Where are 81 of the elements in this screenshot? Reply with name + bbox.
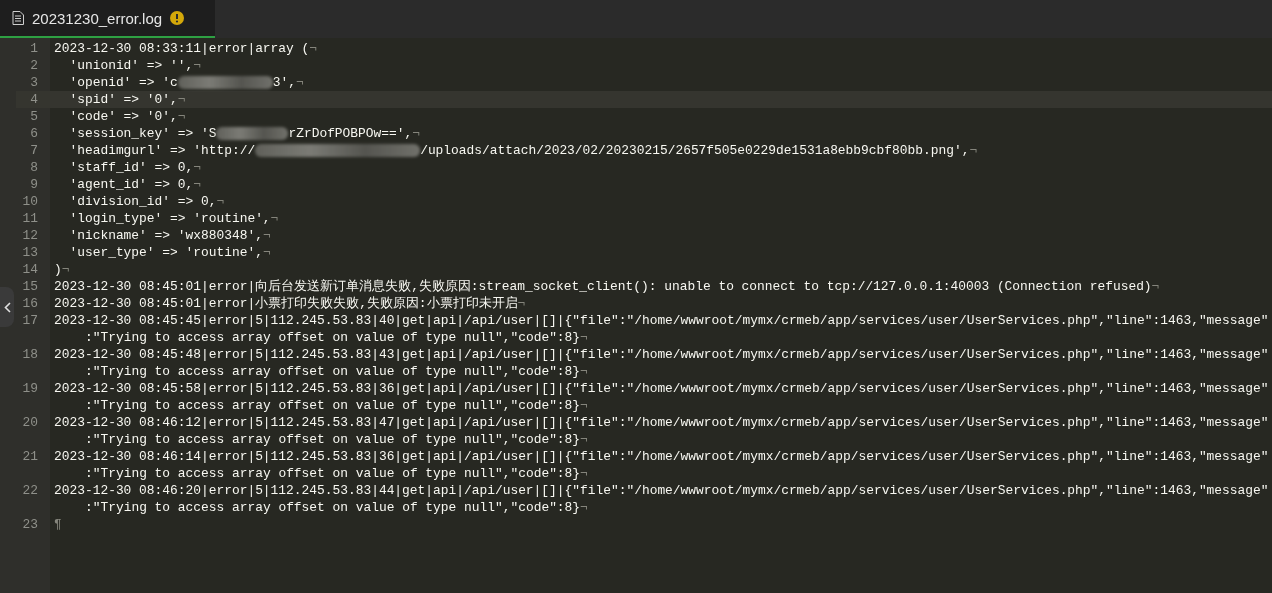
end-of-line-mark: ¶ <box>54 516 62 533</box>
code-text: 'spid' => '0', <box>68 91 178 108</box>
code-text: 'nickname' => 'wx880348', <box>68 227 263 244</box>
code-text: 'division_id' => 0, <box>68 193 217 210</box>
end-of-line-mark: ¬ <box>216 193 225 210</box>
line-number: 5 <box>29 108 39 125</box>
code-text: 'staff_id' => 0, <box>68 159 194 176</box>
line-number: 15 <box>21 278 39 295</box>
collapse-handle[interactable] <box>0 287 14 327</box>
line-number: 3 <box>29 74 39 91</box>
code-text: ) <box>54 261 62 278</box>
line-number: 12 <box>21 227 39 244</box>
end-of-line-mark: ¬ <box>193 159 201 176</box>
end-of-line-mark: ¬ <box>580 499 588 516</box>
code-text: :"Trying to access array offset on value of type null","code":8} <box>84 363 581 380</box>
line-number: 11 <box>21 210 39 227</box>
line-number: 10 <box>21 193 39 210</box>
end-of-line-mark: ¬ <box>262 244 271 261</box>
code-text: 2023-12-30 08:33:11|error|array ( <box>54 40 310 57</box>
end-of-line-mark: ¬ <box>580 397 588 414</box>
end-of-line-mark: ¬ <box>177 91 186 108</box>
end-of-line-mark: ¬ <box>580 431 588 448</box>
line-number: 14 <box>21 261 39 278</box>
code-text: :"Trying to access array offset on value of type null","code":8} <box>84 499 581 516</box>
end-of-line-mark: ¬ <box>412 125 420 142</box>
file-icon <box>12 11 24 25</box>
line-number: 4 <box>16 91 50 108</box>
code-text: rZrDofPOBPOw==', <box>288 125 413 142</box>
code-text: 2023-12-30 08:46:14|error|5|112.245.53.83|36|get|api|/api/user|[]|{"file":"/home/wwwroot/mymx/crmeb/app/services/user/UserServices.php","line":1463,"message" <box>54 448 1269 465</box>
end-of-line-mark: ¬ <box>969 142 978 159</box>
end-of-line-mark: ¬ <box>309 40 318 57</box>
code-text: 2023-12-30 08:45:01|error|小票打印失败失败,失败原因:小票打印未开启 <box>54 295 518 312</box>
line-number: 9 <box>29 176 39 193</box>
code-text: /uploads/attach/2023/02/20230215/2657f505e0229de1531a8ebb9cbf80bb.png', <box>420 142 970 159</box>
line-number: 17 <box>21 312 39 330</box>
end-of-line-mark: ¬ <box>1151 278 1160 295</box>
code-text: 'code' => '0', <box>68 108 178 125</box>
end-of-line-mark: ¬ <box>580 465 588 482</box>
end-of-line-mark: ¬ <box>580 363 588 380</box>
code-text: 2023-12-30 08:45:01|error|向后台发送新订单消息失败,失败原因:stream_socket_client(): unable to connect to tcp://127.0.0.1:40003 (Connection refused) <box>54 278 1152 295</box>
line-number: 13 <box>21 244 39 261</box>
code-text: 'login_type' => 'routine', <box>68 210 271 227</box>
code-text: :"Trying to access array offset on value of type null","code":8} <box>84 329 581 346</box>
code-text: 'user_type' => 'routine', <box>68 244 263 261</box>
code-text: 'openid' => 'c <box>68 74 178 91</box>
end-of-line-mark: ¬ <box>177 108 186 125</box>
line-number: 2 <box>29 57 39 74</box>
line-number: 21 <box>21 448 39 466</box>
end-of-line-mark: ¬ <box>270 210 279 227</box>
end-of-line-mark: ¬ <box>262 227 271 244</box>
chevron-left-icon <box>3 301 11 313</box>
line-number: 8 <box>29 159 39 176</box>
code-text: 'session_key' => 'S <box>68 125 217 142</box>
line-number: 1 <box>29 40 39 57</box>
code-text: 2023-12-30 08:45:48|error|5|112.245.53.83|43|get|api|/api/user|[]|{"file":"/home/wwwroot/mymx/crmeb/app/services/user/UserServices.php","line":1463,"message" <box>54 346 1269 363</box>
code-text: 'agent_id' => 0, <box>68 176 194 193</box>
code-text: 2023-12-30 08:45:58|error|5|112.245.53.83|36|get|api|/api/user|[]|{"file":"/home/wwwroot/mymx/crmeb/app/services/user/UserServices.php","line":1463,"message" <box>54 380 1269 397</box>
line-number: 22 <box>21 482 39 500</box>
code-text: 3', <box>272 74 296 91</box>
code-text: 'headimgurl' => 'http:// <box>68 142 256 159</box>
code-text: 2023-12-30 08:46:12|error|5|112.245.53.83|47|get|api|/api/user|[]|{"file":"/home/wwwroot/mymx/crmeb/app/services/user/UserServices.php","line":1463,"message" <box>54 414 1269 431</box>
line-number: 23 <box>21 516 39 533</box>
line-number: 6 <box>29 125 39 142</box>
code-text: 2023-12-30 08:46:20|error|5|112.245.53.83|44|get|api|/api/user|[]|{"file":"/home/wwwroot/mymx/crmeb/app/services/user/UserServices.php","line":1463,"message" <box>54 482 1269 499</box>
line-number: 7 <box>29 142 39 159</box>
end-of-line-mark: ¬ <box>580 329 588 346</box>
end-of-line-mark: ¬ <box>296 74 304 91</box>
code-text: :"Trying to access array offset on value of type null","code":8} <box>84 397 581 414</box>
end-of-line-mark: ¬ <box>193 176 201 193</box>
file-tab[interactable]: 20231230_error.log <box>0 0 215 38</box>
end-of-line-mark: ¬ <box>517 295 526 312</box>
line-number: 18 <box>21 346 39 364</box>
end-of-line-mark: ¬ <box>193 57 201 74</box>
code-text: :"Trying to access array offset on value of type null","code":8} <box>84 431 581 448</box>
code-text: 'unionid' => '', <box>68 57 194 74</box>
line-number: 19 <box>21 380 39 398</box>
line-number: 16 <box>21 295 39 312</box>
end-of-line-mark: ¬ <box>61 261 70 278</box>
code-text: :"Trying to access array offset on value of type null","code":8} <box>84 465 581 482</box>
code-text: 2023-12-30 08:45:45|error|5|112.245.53.83|40|get|api|/api/user|[]|{"file":"/home/wwwroot/mymx/crmeb/app/services/user/UserServices.php","line":1463,"message" <box>54 312 1269 329</box>
line-number: 20 <box>21 414 39 432</box>
